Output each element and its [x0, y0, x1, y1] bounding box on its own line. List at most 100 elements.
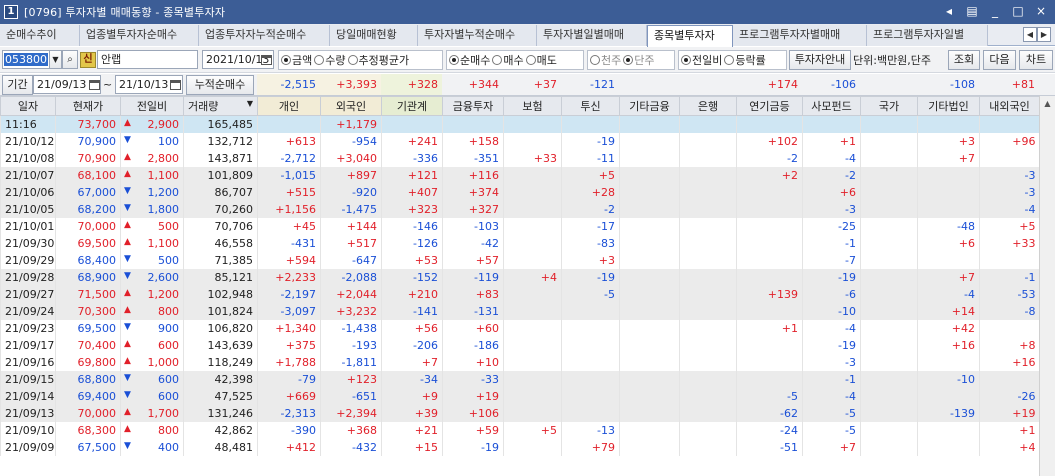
change-value: 100 [158, 134, 179, 148]
col-foreign-header[interactable]: 외국인 [320, 96, 382, 116]
table-row[interactable]: 21/09/09 67,500 ▼ 400 48,481 +412 -432 +15 -19 +7… [0, 438, 1040, 456]
cell-bank [679, 404, 737, 422]
radio-change-rate[interactable]: 등락률 [724, 52, 766, 68]
table-row[interactable]: 21/09/23 69,500 ▼ 900 106,820 +1,340 -1,438 +56… [0, 319, 1040, 337]
radio-est-avg-price[interactable]: 추정평균가 [347, 52, 409, 68]
col-other-finance-header[interactable]: 기타금융 [619, 96, 680, 116]
col-financial-investment-header[interactable]: 금융투자 [442, 96, 504, 116]
col-individual-header[interactable]: 개인 [257, 96, 321, 116]
col-investment-trust-header[interactable]: 투신 [561, 96, 620, 116]
chart-button[interactable]: 차트 [1019, 50, 1053, 70]
table-row[interactable]: 21/09/29 68,400 ▼ 500 71,385 +594 -647 +53 +57 +3… [0, 251, 1040, 269]
radio-prev-day-change[interactable]: 전일비 [681, 52, 722, 68]
tab-investor-daily-trading[interactable]: 투자자별일별매매 [537, 25, 647, 46]
tab-program-investor-trading[interactable]: 프로그램투자자별매매 [733, 25, 867, 46]
col-date-header[interactable]: 일자 [0, 96, 56, 116]
col-other-corp-header[interactable]: 기타법인 [917, 96, 980, 116]
table-row[interactable]: 21/09/27 71,500 ▲ 1,200 102,948 -2,197 +2,044 +… [0, 285, 1040, 303]
investor-guide-button[interactable]: 투자자안내 [789, 50, 851, 70]
calendar-to-icon[interactable] [170, 80, 181, 90]
col-insurance-header[interactable]: 보험 [503, 96, 562, 116]
tab-stock-investor[interactable]: 종목별투자자 [647, 25, 733, 47]
cell-foreign: -651 [320, 387, 382, 405]
table-row[interactable]: 21/09/30 69,500 ▲ 1,100 46,558 -431 +517 -126 -4… [0, 234, 1040, 252]
calendar-from-icon[interactable] [89, 80, 100, 90]
tab-sector-investor-cumulative[interactable]: 업종투자자누적순매수 [199, 25, 330, 46]
table-row[interactable]: 21/10/08 70,900 ▲ 2,800 143,871 -2,712 +3,040-… [0, 149, 1040, 167]
calendar-icon[interactable] [261, 55, 272, 65]
next-button[interactable]: 다음 [983, 50, 1016, 70]
vertical-scrollbar[interactable]: ▲ [1039, 96, 1055, 476]
table-row[interactable]: 21/09/10 68,300 ▲ 800 42,862 -390 +368 +21 +59 +5… [0, 421, 1040, 439]
radio-net-buy[interactable]: 순매수 [449, 52, 490, 68]
tab-investor-cumulative-net-buy[interactable]: 투자자별누적순매수 [418, 25, 537, 46]
col-domestic-foreign-header[interactable]: 내외국인 [979, 96, 1040, 116]
tab-daily-trading-status[interactable]: 당일매매현황 [330, 25, 418, 46]
scroll-up-icon[interactable]: ▲ [1040, 96, 1055, 112]
radio-amount[interactable]: 금액 [281, 52, 312, 68]
cell-nation [860, 200, 918, 218]
volume-dropdown-icon[interactable]: ▼ [247, 99, 253, 108]
cell-individual: -1,015 [257, 166, 321, 184]
radio-single-shares[interactable]: 단주 [623, 52, 655, 68]
radio-thousand-shares[interactable]: 천주 [590, 52, 621, 68]
cell-volume: 47,525 [183, 387, 258, 405]
table-row[interactable]: 21/10/12 70,900 ▼ 100 132,712 +613 -954 +241 +15… [0, 132, 1040, 150]
tab-net-buy-trend[interactable]: 순매수추이 [0, 25, 80, 46]
col-volume-header[interactable]: 거래량 ▼ [183, 96, 258, 116]
tab-scroll-right-icon[interactable]: ▶ [1037, 27, 1051, 42]
cell-other-finance [619, 132, 680, 150]
menu-icon[interactable]: ▤ [964, 3, 980, 19]
cell-insurance [503, 217, 562, 235]
tab-program-investor-daily[interactable]: 프로그램투자자일별 [867, 25, 988, 46]
cell-change: ▲ 1,700 [120, 404, 184, 422]
table-row[interactable]: 21/10/07 68,100 ▲ 1,100 101,809 -1,015 +897 +12… [0, 166, 1040, 184]
table-row[interactable]: 21/10/06 67,000 ▼ 1,200 86,707 +515 -920 +407 +3… [0, 183, 1040, 201]
col-pension-header[interactable]: 연기금등 [736, 96, 803, 116]
up-triangle-icon: ▲ [124, 236, 131, 247]
cell-insurance [503, 200, 562, 218]
collapse-icon[interactable]: ◂ [941, 3, 957, 19]
table-row[interactable]: 21/10/01 70,000 ▲ 500 70,706 +45 +144 -146 -103 -… [0, 217, 1040, 235]
cell-change: ▲ 500 [120, 217, 184, 235]
cell-private-fund: -10 [802, 302, 861, 320]
table-row[interactable]: 21/09/16 69,800 ▲ 1,000 118,249 +1,788 -1,811 +… [0, 353, 1040, 371]
tab-sector-investor-net-buy[interactable]: 업종별투자자순매수 [80, 25, 199, 46]
cell-price: 69,800 [55, 353, 121, 371]
cell-private-fund: -4 [802, 387, 861, 405]
col-bank-header[interactable]: 은행 [679, 96, 737, 116]
radio-quantity[interactable]: 수량 [314, 52, 346, 68]
radio-buy[interactable]: 매수 [492, 52, 524, 68]
cell-institution: +241 [381, 132, 443, 150]
col-price-header[interactable]: 현재가 [55, 96, 121, 116]
cell-bank [679, 285, 737, 303]
maximize-icon[interactable]: □ [1010, 3, 1026, 19]
table-row[interactable]: 21/09/15 68,800 ▼ 600 42,398 -79 +123 -34 -33 -1 -… [0, 370, 1040, 388]
query-button[interactable]: 조회 [948, 50, 980, 70]
cell-other-corp [917, 251, 980, 269]
table-row[interactable]: 21/09/13 70,000 ▲ 1,700 131,246 -2,313 +2,394 +… [0, 404, 1040, 422]
table-row[interactable]: 21/09/24 70,300 ▲ 800 101,824 -3,097 +3,232 -14… [0, 302, 1040, 320]
table-row[interactable]: 21/09/17 70,400 ▲ 600 143,639 +375 -193 -206 -18… [0, 336, 1040, 354]
cell-individual: +515 [257, 183, 321, 201]
cell-price: 68,200 [55, 200, 121, 218]
col-institution-header[interactable]: 기관계 [381, 96, 443, 116]
table-row[interactable]: 11:16 73,700 ▲ 2,900 165,485 +1,179 [0, 115, 1040, 133]
col-private-fund-header[interactable]: 사모펀드 [802, 96, 861, 116]
table-row[interactable]: 21/09/28 68,900 ▼ 2,600 85,121 +2,233 -2,088 -1… [0, 268, 1040, 286]
col-nation-header[interactable]: 국가 [860, 96, 918, 116]
table-row[interactable]: 21/10/05 68,200 ▼ 1,800 70,260 +1,156 -1,475 +3… [0, 200, 1040, 218]
table-row[interactable]: 21/09/14 69,400 ▼ 600 47,525 +669 -651 +9 +19 -5-… [0, 387, 1040, 405]
cell-individual: +613 [257, 132, 321, 150]
cell-bank [679, 302, 737, 320]
cell-pension [736, 268, 803, 286]
close-icon[interactable]: × [1033, 3, 1049, 19]
tab-scroll-left-icon[interactable]: ◀ [1023, 27, 1037, 42]
radio-sell[interactable]: 매도 [525, 52, 557, 68]
cell-price: 70,400 [55, 336, 121, 354]
col-change-header[interactable]: 전일비 [120, 96, 184, 116]
stock-dropdown-icon[interactable]: ▼ [49, 50, 62, 69]
minimize-icon[interactable]: _ [987, 3, 1003, 19]
stock-code-field[interactable]: 053800 [2, 50, 50, 69]
search-icon[interactable]: ⌕ [62, 50, 78, 69]
